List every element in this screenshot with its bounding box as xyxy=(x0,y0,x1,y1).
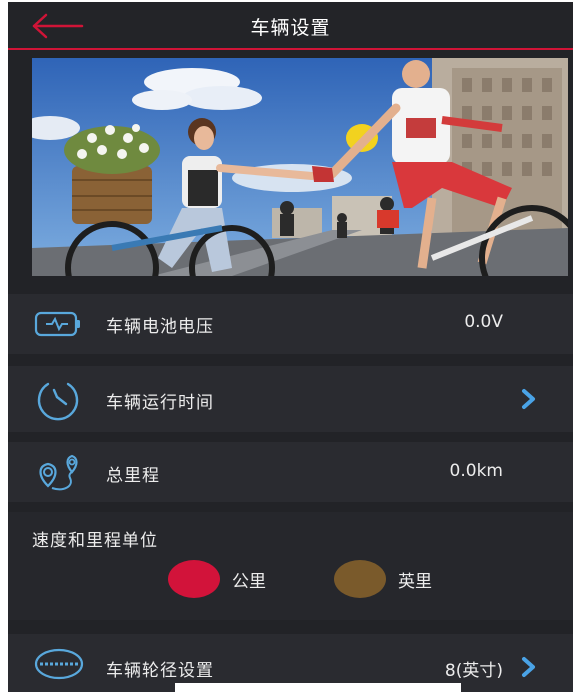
radio-mile-indicator[interactable] xyxy=(334,560,386,598)
unit-option-mile-label: 英里 xyxy=(398,572,432,592)
unit-option-mile[interactable]: 英里 xyxy=(334,560,464,606)
total-mileage-label: 总里程 xyxy=(106,466,160,486)
app-screen: 车辆设置 车辆电池电压 0.0V 车辆运行时间 总里程 0.0km 速度和里程单… xyxy=(8,2,573,692)
speed-unit-title: 速度和里程单位 xyxy=(32,531,158,551)
battery-voltage-row: 车辆电池电压 0.0V xyxy=(8,294,573,354)
battery-voltage-label: 车辆电池电压 xyxy=(106,317,214,337)
unit-option-km-label: 公里 xyxy=(232,572,266,592)
run-time-row[interactable]: 车辆运行时间 xyxy=(8,366,573,432)
speed-unit-section: 速度和里程单位 公里 英里 xyxy=(8,512,573,620)
bottom-overlay-bar xyxy=(175,683,461,692)
top-bar: 车辆设置 xyxy=(8,2,573,50)
page-title: 车辆设置 xyxy=(250,17,331,39)
wheel-icon xyxy=(34,648,84,680)
timer-icon xyxy=(37,382,79,421)
wheel-size-value: 8(英寸) xyxy=(444,661,503,681)
total-mileage-value: 0.0km xyxy=(449,461,503,481)
run-time-label: 车辆运行时间 xyxy=(106,393,214,413)
battery-voltage-value: 0.0V xyxy=(464,312,503,332)
total-mileage-row: 总里程 0.0km xyxy=(8,442,573,502)
route-icon xyxy=(39,454,78,491)
unit-option-km[interactable]: 公里 xyxy=(168,560,298,606)
wheel-size-label: 车辆轮径设置 xyxy=(106,661,214,681)
radio-km-indicator[interactable] xyxy=(168,560,220,598)
chevron-right-icon[interactable] xyxy=(519,655,539,679)
cyclists-photo xyxy=(32,58,568,276)
battery-icon xyxy=(34,311,80,337)
chevron-right-icon[interactable] xyxy=(519,387,539,411)
